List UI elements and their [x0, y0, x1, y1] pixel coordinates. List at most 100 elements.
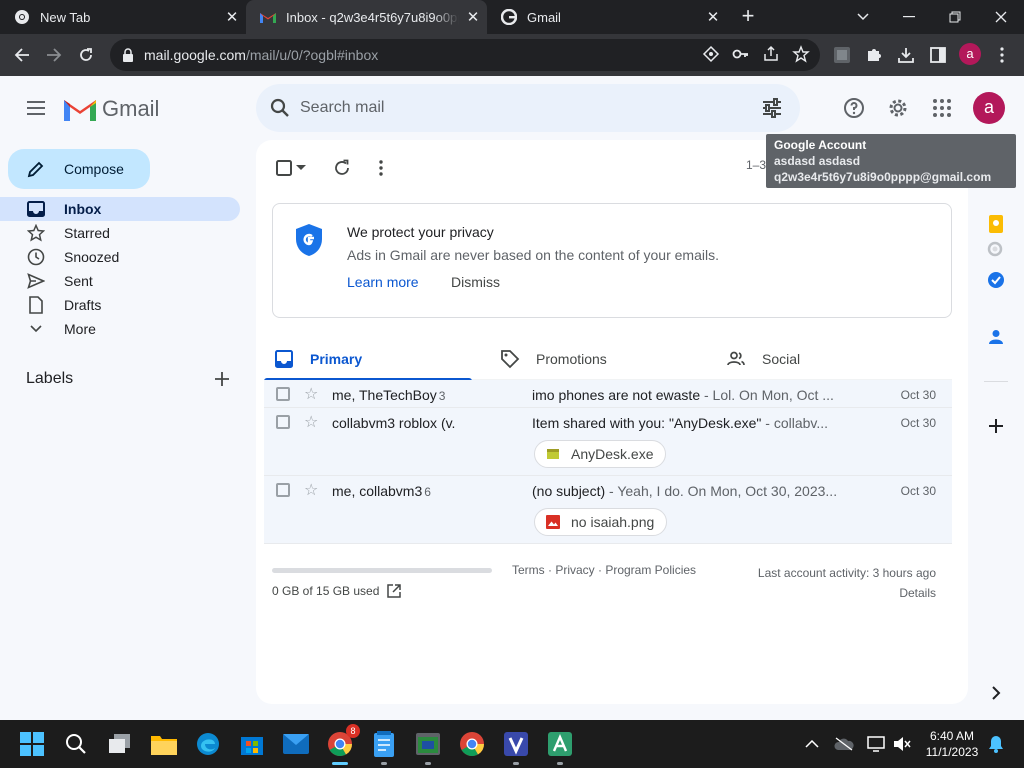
tab-label: Social — [762, 351, 801, 367]
nav-item-more[interactable]: More — [0, 317, 240, 341]
close-tab-icon[interactable]: ✕ — [218, 8, 246, 26]
search-mail-bar[interactable]: Search mail — [256, 84, 800, 132]
calendar-icon[interactable] — [986, 239, 1006, 259]
notepad-icon[interactable] — [368, 728, 400, 765]
select-dropdown-icon[interactable] — [294, 156, 308, 180]
close-tab-icon[interactable]: ✕ — [459, 8, 487, 26]
row-checkbox[interactable] — [276, 483, 290, 497]
store-icon[interactable] — [236, 728, 268, 760]
compose-button[interactable]: Compose — [8, 149, 150, 189]
chrome-secondary-icon[interactable] — [456, 728, 488, 760]
tab-promotions[interactable]: Promotions — [490, 338, 698, 380]
puzzle-icon[interactable] — [862, 43, 886, 67]
star-icon — [27, 224, 45, 242]
settings-gear-icon[interactable] — [886, 96, 910, 120]
system-clock[interactable]: 6:40 AM 11/1/2023 — [920, 728, 984, 760]
star-icon[interactable]: ☆ — [304, 480, 318, 500]
close-window-button[interactable] — [978, 0, 1024, 34]
lock-icon — [123, 48, 133, 62]
learn-more-link[interactable]: Learn more — [347, 274, 419, 290]
browser-toolbar: mail.google.com/mail/u/0/?ogbl#inbox — [0, 34, 1024, 76]
tab-label: Promotions — [536, 351, 607, 367]
terminal-app-icon[interactable] — [412, 728, 444, 765]
add-label-icon[interactable] — [212, 369, 232, 389]
external-link-icon[interactable] — [387, 584, 402, 598]
nav-item-sent[interactable]: Sent — [0, 269, 240, 293]
email-row[interactable]: ☆ me, TheTechBoy 3 imo phones are not ewa… — [264, 380, 952, 408]
back-button[interactable] — [10, 43, 34, 67]
tab-gmail[interactable]: Gmail ✕ — [487, 0, 727, 34]
tab-new-tab[interactable]: New Tab ✕ — [0, 0, 246, 34]
email-row[interactable]: ☆ collabvm3 roblox (v. Item shared with … — [264, 408, 952, 476]
keep-icon[interactable] — [986, 214, 1006, 234]
attachment-chip[interactable]: no isaiah.png — [534, 508, 668, 536]
add-addon-icon[interactable] — [986, 416, 1006, 436]
privacy-heading: We protect your privacy — [347, 224, 494, 240]
start-icon[interactable] — [16, 728, 48, 760]
refresh-icon[interactable] — [330, 156, 354, 180]
share-icon[interactable] — [762, 45, 780, 63]
star-icon[interactable]: ☆ — [304, 412, 318, 432]
attachment-chip[interactable]: AnyDesk.exe — [534, 440, 667, 468]
tab-inbox[interactable]: Inbox - q2w3e4r5t6y7u8i9o0pppp ✕ — [246, 0, 487, 34]
browser-profile-avatar[interactable]: a — [959, 43, 981, 65]
chevron-right-icon[interactable] — [986, 683, 1006, 703]
row-checkbox[interactable] — [276, 387, 290, 401]
forward-button[interactable] — [42, 43, 66, 67]
eye-icon[interactable] — [702, 45, 720, 63]
side-panel-icon[interactable] — [926, 43, 950, 67]
volume-muted-icon[interactable] — [892, 734, 912, 754]
nav-item-drafts[interactable]: Drafts — [0, 293, 240, 317]
help-icon[interactable] — [842, 96, 866, 120]
nav-item-label: Drafts — [64, 297, 102, 313]
task-view-icon[interactable] — [104, 728, 136, 760]
file-explorer-icon[interactable] — [148, 728, 180, 760]
edge-icon[interactable] — [192, 728, 224, 760]
minimize-button[interactable] — [886, 0, 932, 34]
show-hidden-icons-icon[interactable] — [802, 734, 822, 754]
search-options-icon[interactable] — [760, 96, 784, 120]
new-tab-button[interactable]: + — [736, 5, 760, 29]
mail-icon[interactable] — [280, 728, 312, 760]
extension-icon[interactable] — [830, 43, 854, 67]
tasks-icon[interactable] — [986, 270, 1006, 290]
account-activity: Last account activity: 3 hours ago Detai… — [758, 563, 936, 603]
cloud-icon[interactable] — [834, 734, 854, 754]
main-menu-icon[interactable] — [24, 96, 48, 120]
contacts-icon[interactable] — [986, 327, 1006, 347]
gmail-logo[interactable]: Gmail — [64, 96, 159, 122]
select-all-checkbox[interactable] — [272, 156, 296, 180]
address-bar[interactable]: mail.google.com/mail/u/0/?ogbl#inbox — [110, 39, 820, 71]
details-link[interactable]: Details — [758, 583, 936, 603]
v-app-icon[interactable] — [500, 728, 532, 765]
bookmark-star-icon[interactable] — [792, 45, 810, 63]
star-icon[interactable]: ☆ — [304, 384, 318, 404]
nav-item-starred[interactable]: Starred — [0, 221, 240, 245]
tab-primary[interactable]: Primary — [264, 338, 472, 381]
row-checkbox[interactable] — [276, 415, 290, 429]
dismiss-button[interactable]: Dismiss — [451, 274, 500, 290]
close-tab-icon[interactable]: ✕ — [699, 8, 727, 26]
nav-item-snoozed[interactable]: Snoozed — [0, 245, 240, 269]
google-account-avatar[interactable]: a — [973, 92, 1005, 124]
nav-item-inbox[interactable]: Inbox — [0, 197, 240, 221]
chrome-taskbar-icon[interactable]: 8 — [324, 724, 360, 765]
restore-button[interactable] — [932, 0, 978, 34]
download-icon[interactable] — [894, 43, 918, 67]
tooltip-title: Google Account — [774, 138, 867, 152]
tab-search-icon[interactable] — [840, 0, 886, 34]
email-row[interactable]: ☆ me, collabvm3 6 (no subject) - Yeah, I … — [264, 476, 952, 544]
a-app-icon[interactable] — [544, 728, 576, 765]
reload-button[interactable] — [74, 43, 98, 67]
network-icon[interactable] — [866, 734, 886, 754]
menu-kebab-icon[interactable] — [990, 43, 1014, 67]
notification-bell-icon[interactable] — [986, 734, 1006, 754]
key-icon[interactable] — [732, 45, 750, 63]
tab-social[interactable]: Social — [716, 338, 924, 380]
footer-links[interactable]: Terms · Privacy · Program Policies — [512, 563, 696, 577]
storage-info[interactable]: 0 GB of 15 GB used — [272, 584, 402, 598]
apps-grid-icon[interactable] — [930, 96, 954, 120]
search-icon[interactable] — [268, 96, 292, 120]
taskbar-search-icon[interactable] — [60, 728, 92, 760]
more-actions-icon[interactable] — [369, 156, 393, 180]
